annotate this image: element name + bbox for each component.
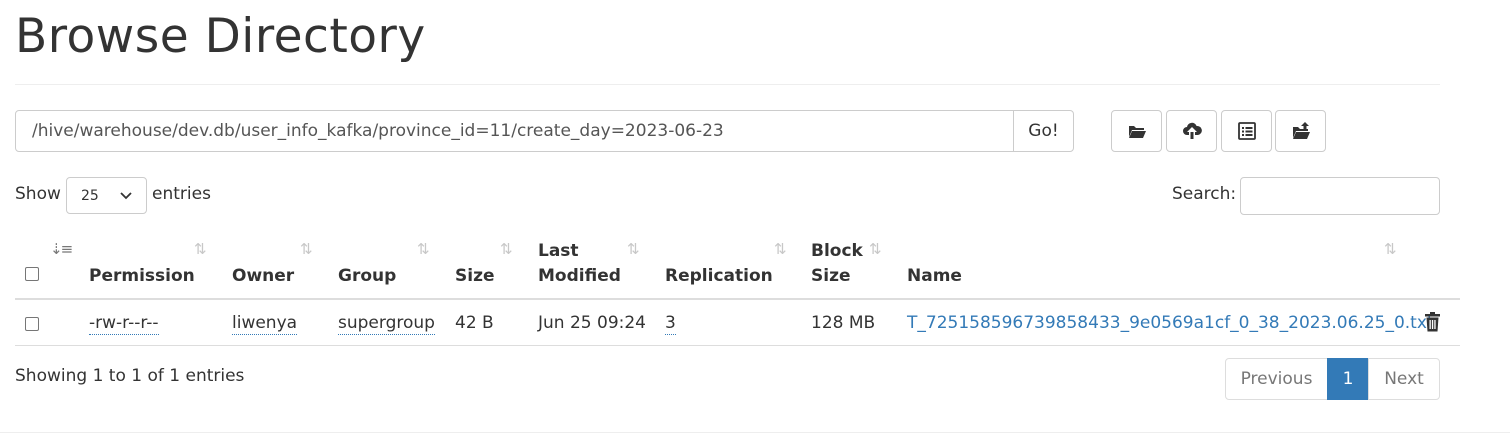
path-input[interactable] <box>15 110 1014 152</box>
last-modified-cell: Jun 25 09:24 <box>538 313 646 333</box>
col-permission[interactable]: Permission <box>89 264 195 289</box>
group-cell[interactable]: supergroup <box>338 312 435 335</box>
explore-directory-button[interactable] <box>1111 110 1162 152</box>
create-directory-button[interactable] <box>1275 110 1326 152</box>
previous-page-button[interactable]: Previous <box>1225 358 1328 400</box>
folder-open-icon <box>1127 126 1146 138</box>
sort-icon[interactable]: ⇣≡ <box>50 240 73 258</box>
col-name[interactable]: Name <box>907 264 962 289</box>
sort-icon[interactable]: ⇅ <box>417 240 430 258</box>
sort-icon[interactable]: ⇅ <box>774 240 787 258</box>
col-replication[interactable]: Replication <box>665 264 773 289</box>
page-title: Browse Directory <box>15 9 426 64</box>
pagination: Previous 1 Next <box>1225 358 1440 400</box>
col-group[interactable]: Group <box>338 264 396 289</box>
page-1-button[interactable]: 1 <box>1327 358 1369 400</box>
folder-upload-icon <box>1291 122 1310 139</box>
table-row-divider <box>15 345 1460 346</box>
sort-icon[interactable]: ⇅ <box>869 240 882 258</box>
show-label: Show <box>15 184 61 204</box>
search-label: Search: <box>1172 184 1237 204</box>
permission-cell[interactable]: -rw-r--r-- <box>89 312 159 335</box>
row-checkbox[interactable] <box>25 317 39 331</box>
sort-icon[interactable]: ⇅ <box>500 240 513 258</box>
list-icon <box>1237 122 1256 140</box>
col-last-modified[interactable]: Modified <box>538 264 621 289</box>
sort-icon[interactable]: ⇅ <box>300 240 313 258</box>
col-block-size[interactable]: Size <box>811 264 851 289</box>
search-input[interactable] <box>1240 177 1440 215</box>
chevron-down-icon <box>120 191 132 199</box>
select-all-checkbox[interactable] <box>25 267 39 281</box>
col-size[interactable]: Size <box>455 264 495 289</box>
col-block-size[interactable]: Block <box>811 239 863 264</box>
sort-icon[interactable]: ⇅ <box>1384 240 1397 258</box>
upload-file-button[interactable] <box>1166 110 1217 152</box>
entries-per-page-value: 25 <box>81 187 99 204</box>
replication-cell[interactable]: 3 <box>665 312 676 335</box>
sort-icon[interactable]: ⇅ <box>194 240 207 258</box>
col-owner[interactable]: Owner <box>232 264 294 289</box>
table-info: Showing 1 to 1 of 1 entries <box>15 366 245 386</box>
cloud-upload-icon <box>1182 122 1202 139</box>
trash-icon[interactable] <box>1424 312 1441 332</box>
footer-divider <box>0 432 1510 433</box>
title-divider <box>15 84 1440 85</box>
sort-icon[interactable]: ⇅ <box>627 240 640 258</box>
owner-cell[interactable]: liwenya <box>232 312 298 335</box>
go-button[interactable]: Go! <box>1013 110 1074 152</box>
entries-per-page-select[interactable]: 25 <box>66 177 147 214</box>
file-name-link[interactable]: T_725158596739858433_9e0569a1cf_0_38_202… <box>907 312 1434 334</box>
next-page-button[interactable]: Next <box>1368 358 1440 400</box>
block-size-cell: 128 MB <box>811 313 876 333</box>
list-view-button[interactable] <box>1221 110 1272 152</box>
table-header-divider <box>15 298 1460 300</box>
col-last-modified[interactable]: Last <box>538 239 579 264</box>
entries-label: entries <box>152 184 211 204</box>
size-cell: 42 B <box>455 313 494 333</box>
